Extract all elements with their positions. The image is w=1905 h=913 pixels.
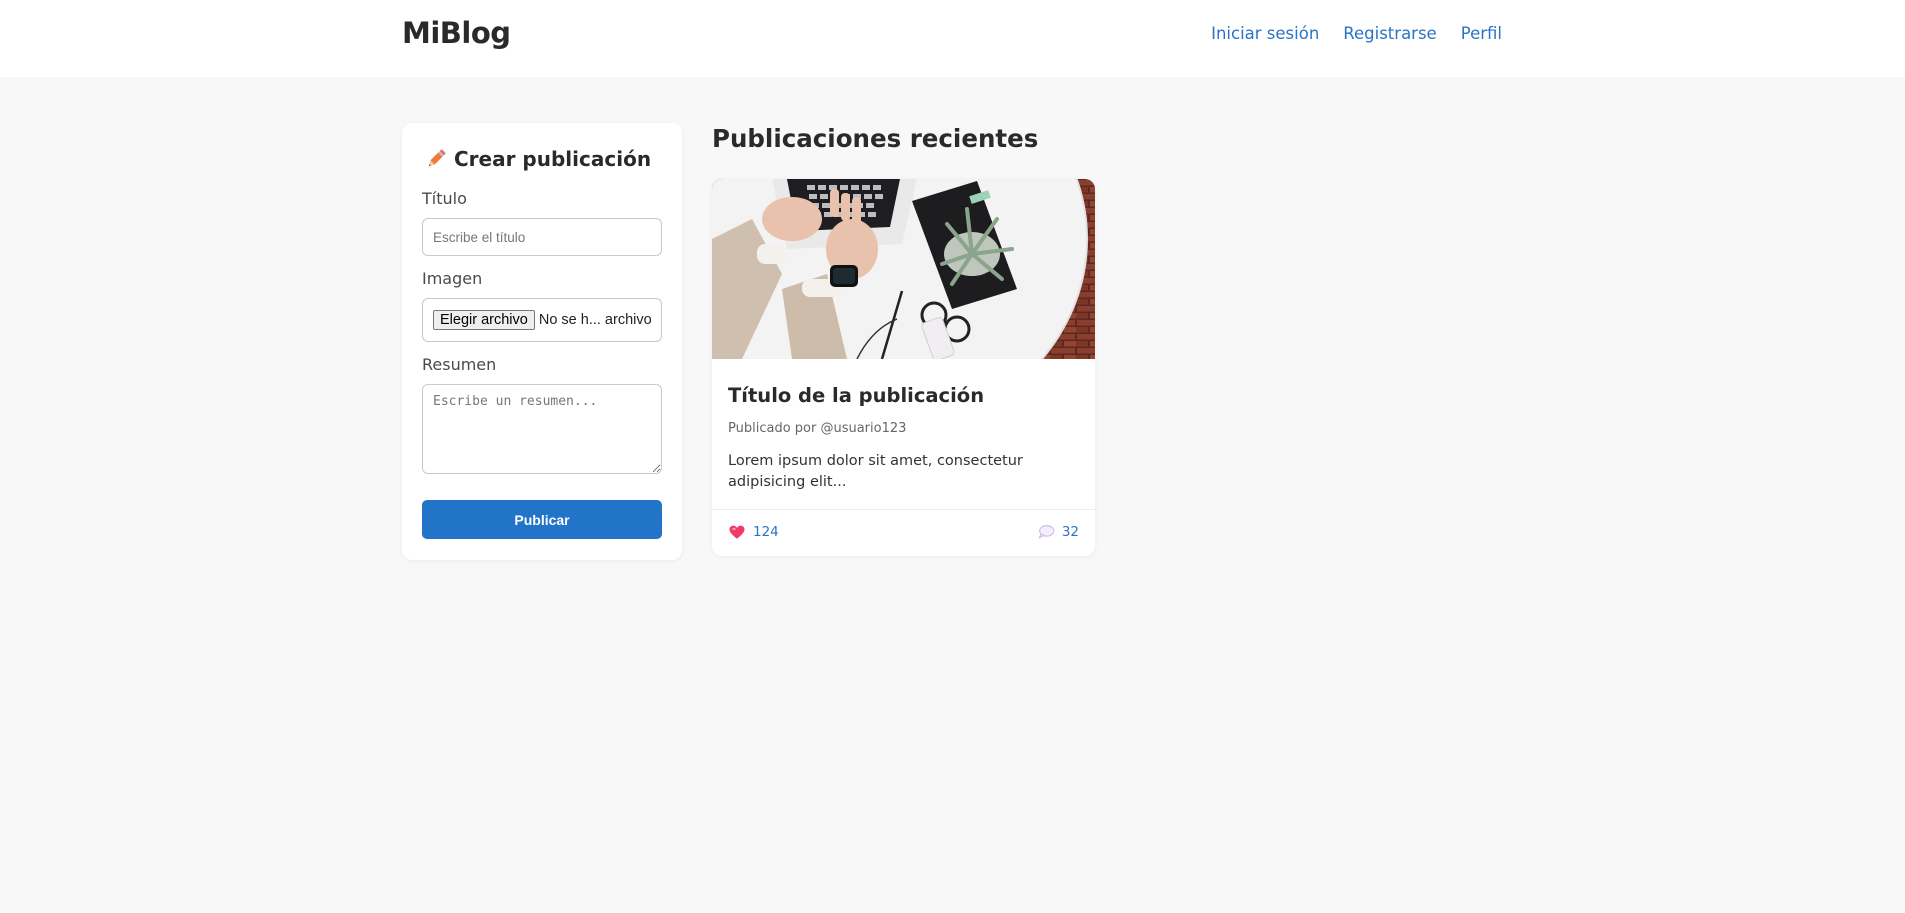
post-summary: Lorem ipsum dolor sit amet, consectetur …	[728, 453, 1023, 490]
nav-profile-link[interactable]: Perfil	[1461, 24, 1502, 43]
image-field-label: Imagen	[422, 269, 483, 288]
post-image[interactable]	[712, 179, 1095, 359]
post-title[interactable]: Título de la publicación	[728, 384, 984, 407]
choose-file-button[interactable]: Elegir archivo	[433, 310, 535, 330]
nav-login-link[interactable]: Iniciar sesión	[1211, 24, 1319, 43]
image-file-input[interactable]: Elegir archivo No se h... archivo	[422, 298, 662, 342]
title-field-label: Título	[422, 189, 467, 208]
main-nav: Iniciar sesión Registrarse Perfil	[1211, 24, 1502, 43]
like-button[interactable]: 124	[728, 523, 779, 541]
create-post-title: Crear publicación	[454, 147, 652, 171]
top-navbar: MiBlog Iniciar sesión Registrarse Perfil	[0, 0, 1905, 77]
summary-field-label: Resumen	[422, 355, 497, 374]
site-logo[interactable]: MiBlog	[402, 16, 511, 50]
comments-count: 32	[1061, 524, 1079, 540]
title-input[interactable]	[422, 218, 662, 256]
publish-button[interactable]: Publicar	[422, 500, 662, 539]
post-card: Título de la publicación Publicado por @…	[712, 179, 1095, 556]
heart-icon	[729, 525, 745, 539]
create-post-card: Crear publicación Título Imagen Elegir a…	[402, 123, 682, 560]
post-author-meta: Publicado por @usuario123	[728, 421, 907, 436]
comments-button[interactable]: 32	[1037, 523, 1079, 541]
nav-register-link[interactable]: Registrarse	[1343, 24, 1436, 43]
create-post-heading: Crear publicación	[424, 147, 651, 171]
recent-posts-heading: Publicaciones recientes	[712, 124, 1039, 153]
likes-count: 124	[753, 524, 779, 540]
summary-textarea[interactable]	[422, 384, 662, 474]
file-status-text: No se h... archivo	[538, 312, 652, 328]
post-footer: 124 32	[712, 509, 1095, 556]
pencil-icon	[428, 149, 446, 167]
speech-bubble-icon	[1038, 525, 1055, 539]
